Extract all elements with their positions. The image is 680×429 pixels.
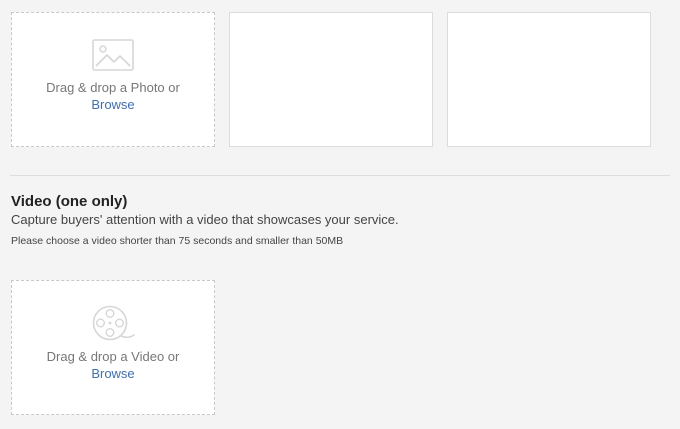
section-divider <box>10 175 670 176</box>
film-reel-icon <box>91 304 135 342</box>
photo-slot-2[interactable] <box>229 12 433 147</box>
video-section-title: Video (one only) <box>11 193 128 210</box>
video-section-description: Capture buyers' attention with a video t… <box>11 212 399 227</box>
video-section-note: Please choose a video shorter than 75 se… <box>11 235 344 247</box>
video-dropzone[interactable]: Drag & drop a Video or Browse <box>11 280 215 415</box>
video-browse-link[interactable]: Browse <box>12 365 214 382</box>
photo-slot-3[interactable] <box>447 12 651 147</box>
photo-drop-text: Drag & drop a Photo or <box>46 80 180 95</box>
photo-browse-link[interactable]: Browse <box>12 96 214 113</box>
video-drop-text: Drag & drop a Video or <box>46 349 180 364</box>
image-icon <box>92 39 134 71</box>
photo-dropzone[interactable]: Drag & drop a Photo or Browse <box>11 12 215 147</box>
